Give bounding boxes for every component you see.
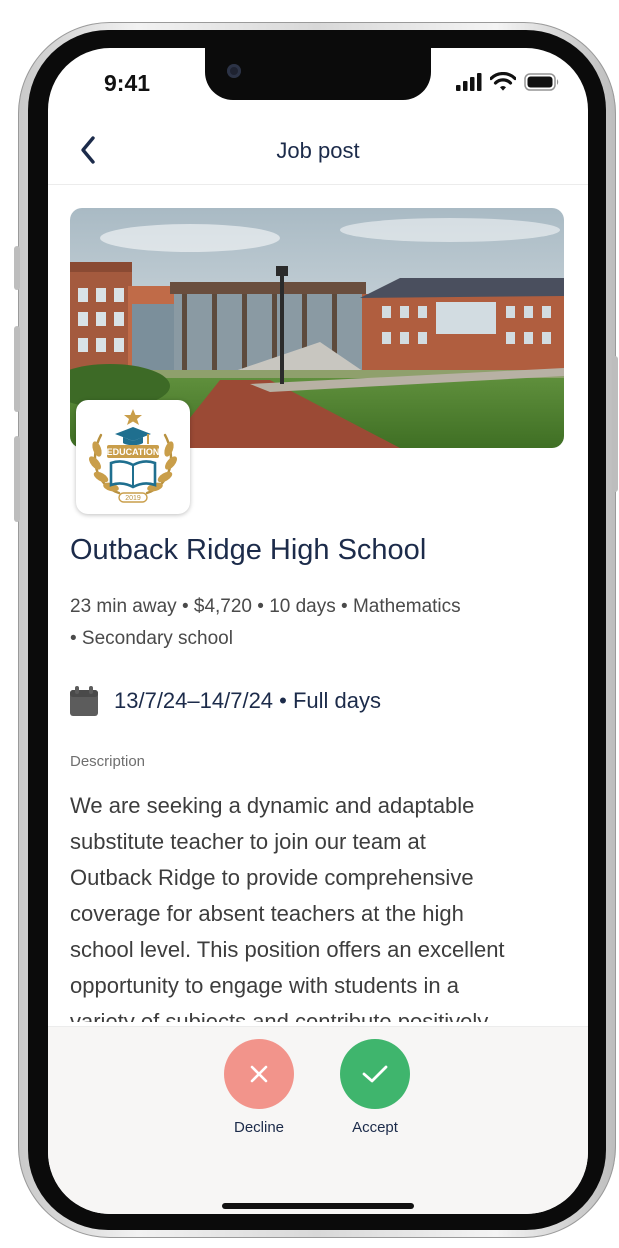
volume-up-button — [14, 326, 20, 412]
education-crest-icon: EDUCATION 2019 — [89, 409, 177, 503]
accept-label: Accept — [352, 1119, 398, 1136]
status-icons — [456, 72, 560, 91]
notch — [205, 48, 431, 100]
volume-down-button — [14, 436, 20, 522]
crest-year: 2019 — [125, 495, 141, 502]
school-logo: EDUCATION 2019 — [76, 400, 190, 514]
job-meta-line: 23 min away • $4,720 • 10 days • Mathema… — [70, 596, 461, 617]
mute-switch — [14, 246, 20, 290]
wifi-icon — [490, 72, 516, 91]
page-title: Job post — [276, 138, 360, 163]
close-icon — [250, 1065, 268, 1083]
power-button — [612, 356, 618, 492]
dates-text: 13/7/24–14/7/24 • Full days — [114, 688, 381, 713]
navigation-bar: Job post — [48, 118, 588, 185]
decline-button[interactable]: Decline — [214, 1039, 304, 1136]
description-line: school level. This position offers an ex… — [70, 937, 505, 962]
status-time: 9:41 — [104, 70, 151, 96]
description-line: We are seeking a dynamic and adaptable — [70, 793, 475, 818]
battery-icon — [524, 72, 559, 91]
school-name: Outback Ridge High School — [70, 534, 427, 566]
description-line: coverage for absent teachers at the high — [70, 901, 464, 926]
description-label: Description — [70, 753, 146, 770]
description-body: We are seeking a dynamic and adaptable s… — [70, 788, 566, 1022]
description-line: opportunity to engage with students in a — [70, 973, 459, 998]
job-meta: 23 min away • $4,720 • 10 days • Mathema… — [70, 591, 550, 655]
decline-circle[interactable] — [224, 1039, 294, 1109]
front-camera — [227, 64, 241, 78]
calendar-icon — [70, 686, 98, 716]
screen: 9:41 Job post EDUCATION 2019 Outback Rid… — [48, 48, 588, 1214]
action-bar: Decline Accept — [48, 1026, 588, 1214]
checkmark-icon — [362, 1065, 388, 1083]
description-line: substitute teacher to join our team at — [70, 829, 426, 854]
description-line: Outback Ridge to provide comprehensive — [70, 865, 474, 890]
job-meta-line: • Secondary school — [70, 628, 233, 649]
home-indicator[interactable] — [222, 1203, 414, 1209]
accept-button[interactable]: Accept — [330, 1039, 420, 1136]
job-dates: 13/7/24–14/7/24 • Full days — [70, 686, 381, 716]
crest-banner-text: EDUCATION — [107, 447, 160, 457]
cellular-signal-icon — [456, 72, 482, 91]
accept-circle[interactable] — [340, 1039, 410, 1109]
description-line: variety of subjects and contribute posit… — [70, 1009, 489, 1022]
decline-label: Decline — [233, 1119, 285, 1136]
